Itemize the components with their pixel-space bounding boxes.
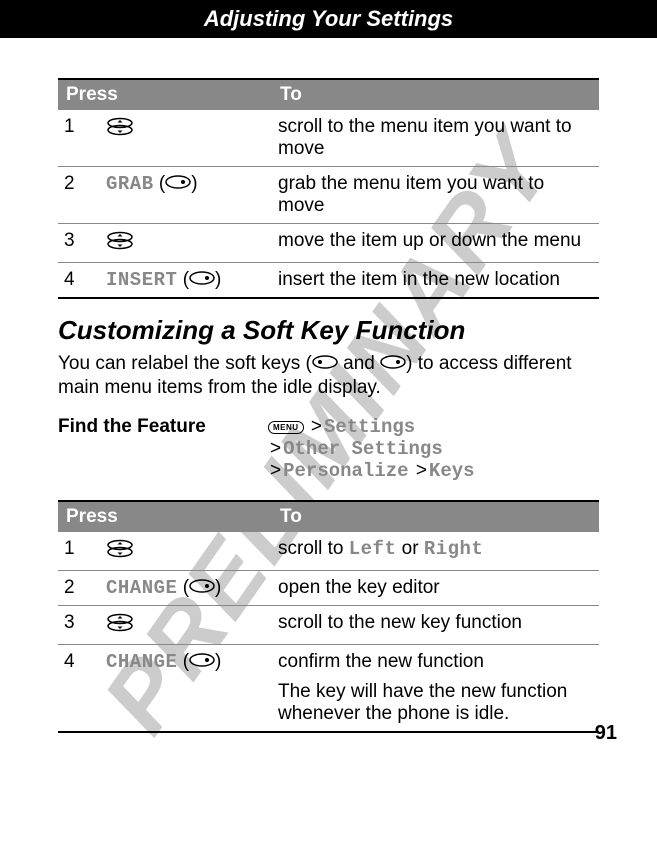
page-number: 91: [595, 722, 617, 745]
body-text: and: [338, 353, 380, 374]
softkey-right-icon: [189, 651, 215, 673]
nav-key-icon: [106, 116, 134, 142]
col-header-press: Press: [58, 501, 272, 532]
path-segment: Other Settings: [283, 438, 443, 460]
step-number: 3: [58, 224, 100, 263]
step-number: 4: [58, 263, 100, 299]
to-cell: scroll to the menu item you want to move: [272, 110, 599, 167]
softkey-right-icon: [165, 173, 191, 195]
step-number: 1: [58, 532, 100, 571]
softkey-right-icon: [380, 352, 406, 376]
col-header-press: Press: [58, 79, 272, 110]
path-segment: Settings: [324, 416, 415, 438]
mono-text: Right: [424, 538, 484, 560]
mono-text: Left: [349, 538, 397, 560]
to-cell: scroll to the new key function: [272, 605, 599, 644]
table-row: 4 INSERT () insert the item in the new l…: [58, 263, 599, 299]
step-number: 3: [58, 605, 100, 644]
to-cell: move the item up or down the menu: [272, 224, 599, 263]
press-cell: CHANGE (): [100, 644, 272, 732]
press-cell: GRAB (): [100, 167, 272, 224]
to-text: confirm the new function: [278, 651, 593, 673]
to-text: scroll to: [278, 538, 349, 559]
table-row: 1 scroll to the menu item you want to mo…: [58, 110, 599, 167]
nav-key-icon: [106, 612, 134, 638]
tools-icon: [583, 0, 627, 48]
softkey-label: INSERT: [106, 269, 177, 291]
softkey-label: CHANGE: [106, 577, 177, 599]
col-header-to: To: [272, 79, 599, 110]
menu-key-icon: MENU: [268, 421, 304, 434]
body-text: You can relabel the soft keys (: [58, 353, 312, 374]
feature-path: MENU >Settings >Other Settings >Personal…: [268, 416, 475, 482]
table-row: 3 move the item up or down the menu: [58, 224, 599, 263]
steps-table-1: Press To 1 scroll to the menu item you w…: [58, 78, 599, 299]
softkey-right-icon: [189, 577, 215, 599]
to-cell: grab the menu item you want to move: [272, 167, 599, 224]
press-cell: [100, 224, 272, 263]
nav-key-icon: [106, 538, 134, 564]
find-the-feature: Find the Feature MENU >Settings >Other S…: [58, 416, 599, 482]
press-cell: [100, 605, 272, 644]
to-cell: scroll to Left or Right: [272, 532, 599, 571]
path-segment: Keys: [429, 460, 475, 482]
section-body: You can relabel the soft keys ( and ) to…: [58, 352, 599, 400]
to-text: or: [396, 538, 423, 559]
step-number: 2: [58, 570, 100, 605]
chapter-header: Adjusting Your Settings: [0, 0, 657, 38]
table-row: 2 CHANGE () open the key editor: [58, 570, 599, 605]
to-text: The key will have the new function whene…: [278, 681, 593, 725]
press-cell: CHANGE (): [100, 570, 272, 605]
softkey-left-icon: [312, 352, 338, 376]
step-number: 4: [58, 644, 100, 732]
table-row: 2 GRAB () grab the menu item you want to…: [58, 167, 599, 224]
step-number: 2: [58, 167, 100, 224]
path-segment: Personalize: [283, 460, 408, 482]
nav-key-icon: [106, 230, 134, 256]
steps-table-2: Press To 1 scroll to Left or Right 2: [58, 500, 599, 733]
softkey-label: GRAB: [106, 173, 154, 195]
table-row: 4 CHANGE () confirm the new function The…: [58, 644, 599, 732]
feature-label: Find the Feature: [58, 416, 268, 482]
softkey-label: CHANGE: [106, 651, 177, 673]
press-cell: [100, 532, 272, 571]
chapter-title: Adjusting Your Settings: [204, 6, 453, 31]
to-cell: confirm the new function The key will ha…: [272, 644, 599, 732]
press-cell: [100, 110, 272, 167]
table-row: 3 scroll to the new key function: [58, 605, 599, 644]
to-cell: insert the item in the new location: [272, 263, 599, 299]
table-row: 1 scroll to Left or Right: [58, 532, 599, 571]
softkey-right-icon: [189, 269, 215, 291]
to-cell: open the key editor: [272, 570, 599, 605]
section-heading: Customizing a Soft Key Function: [58, 315, 599, 346]
col-header-to: To: [272, 501, 599, 532]
press-cell: INSERT (): [100, 263, 272, 299]
step-number: 1: [58, 110, 100, 167]
